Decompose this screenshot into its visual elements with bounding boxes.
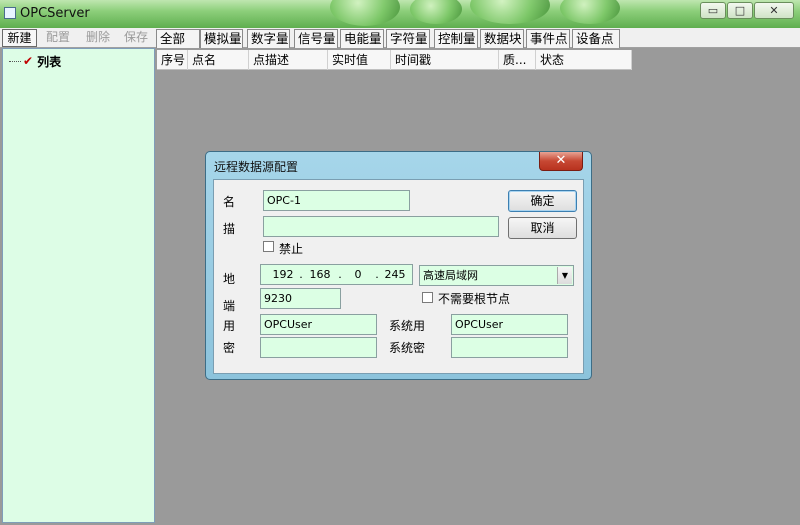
ip-octet-2: 168 bbox=[309, 268, 331, 281]
tree-panel: ✔ 列表 bbox=[2, 48, 155, 523]
ok-button[interactable]: 确定 bbox=[508, 190, 577, 212]
column-header-timestamp[interactable]: 时间戳 bbox=[391, 50, 499, 70]
leaf-decoration bbox=[560, 0, 620, 24]
name-label: 名 bbox=[223, 195, 236, 209]
tab-control[interactable]: 控制量 bbox=[434, 29, 478, 48]
dialog-title: 远程数据源配置 bbox=[214, 160, 299, 174]
cancel-button[interactable]: 取消 bbox=[508, 217, 577, 239]
dialog-body: 名 OPC-1 确定 描 取消 禁止 地 192 . 168 . 0 . 245… bbox=[213, 179, 584, 374]
tab-energy[interactable]: 电能量 bbox=[340, 29, 384, 48]
window-titlebar: OPCServer ▭ □ ✕ bbox=[0, 0, 800, 28]
column-header-quality[interactable]: 质... bbox=[499, 50, 536, 70]
no-root-node-checkbox[interactable] bbox=[422, 292, 433, 303]
leaf-decoration bbox=[410, 0, 462, 24]
leaf-decoration bbox=[330, 0, 400, 26]
port-field[interactable]: 9230 bbox=[260, 288, 341, 309]
leaf-decoration bbox=[470, 0, 550, 24]
tab-string[interactable]: 字符量 bbox=[386, 29, 430, 48]
system-password-field[interactable] bbox=[451, 337, 568, 358]
disable-label: 禁止 bbox=[279, 242, 304, 256]
description-label: 描 bbox=[223, 222, 236, 236]
tree-root-label: 列表 bbox=[37, 54, 62, 69]
checkmark-icon: ✔ bbox=[23, 54, 34, 68]
user-label: 用 bbox=[223, 319, 236, 333]
new-button[interactable]: 新建 bbox=[2, 29, 37, 47]
user-field[interactable]: OPCUser bbox=[260, 314, 377, 335]
description-field[interactable] bbox=[263, 216, 499, 237]
ip-octet-4: 245 bbox=[384, 268, 406, 281]
grid-header: 序号 点名 点描述 实时值 时间戳 质... 状态 bbox=[157, 50, 632, 70]
toolbar: 新建 配置 删除 保存 全部 模拟量 数字量 信号量 电能量 字符量 控制量 数… bbox=[0, 28, 800, 48]
disable-checkbox[interactable] bbox=[263, 241, 274, 252]
ip-address-field[interactable]: 192 . 168 . 0 . 245 bbox=[260, 264, 413, 285]
ip-octet-1: 192 bbox=[272, 268, 294, 281]
config-button[interactable]: 配置 bbox=[40, 29, 76, 47]
maximize-button[interactable]: □ bbox=[727, 2, 753, 19]
system-user-label: 系统用 bbox=[389, 319, 426, 333]
address-label: 地 bbox=[223, 272, 236, 286]
column-header-index[interactable]: 序号 bbox=[157, 50, 188, 70]
ip-octet-3: 0 bbox=[354, 268, 362, 281]
no-root-node-label: 不需要根节点 bbox=[438, 292, 511, 306]
tab-all[interactable]: 全部 bbox=[156, 29, 200, 48]
tree-root-item[interactable]: ✔ 列表 bbox=[9, 53, 61, 69]
tree-connector bbox=[9, 60, 21, 62]
password-label: 密 bbox=[223, 341, 236, 355]
tab-event[interactable]: 事件点 bbox=[526, 29, 570, 48]
password-field[interactable] bbox=[260, 337, 377, 358]
column-header-desc[interactable]: 点描述 bbox=[249, 50, 328, 70]
network-select-value: 高速局域网 bbox=[423, 269, 478, 282]
app-icon bbox=[4, 7, 16, 19]
tab-analog[interactable]: 模拟量 bbox=[200, 29, 243, 48]
dialog-close-button[interactable]: ✕ bbox=[539, 152, 583, 171]
system-password-label: 系统密 bbox=[389, 341, 426, 355]
remote-source-dialog: 远程数据源配置 ✕ 名 OPC-1 确定 描 取消 禁止 地 192 . 168… bbox=[205, 151, 592, 380]
column-header-value[interactable]: 实时值 bbox=[328, 50, 391, 70]
chevron-down-icon[interactable]: ▼ bbox=[557, 267, 572, 284]
window-title: OPCServer bbox=[20, 6, 90, 21]
tab-signal[interactable]: 信号量 bbox=[294, 29, 338, 48]
column-header-name[interactable]: 点名 bbox=[188, 50, 249, 70]
close-button[interactable]: ✕ bbox=[754, 2, 794, 19]
tab-device[interactable]: 设备点 bbox=[572, 29, 620, 48]
name-field[interactable]: OPC-1 bbox=[263, 190, 410, 211]
network-select[interactable]: 高速局域网 ▼ bbox=[419, 265, 574, 286]
column-header-status[interactable]: 状态 bbox=[536, 50, 632, 70]
port-label: 端 bbox=[223, 299, 236, 313]
system-user-field[interactable]: OPCUser bbox=[451, 314, 568, 335]
save-button[interactable]: 保存 bbox=[118, 29, 154, 47]
tab-datablock[interactable]: 数据块 bbox=[480, 29, 524, 48]
delete-button[interactable]: 删除 bbox=[80, 29, 116, 47]
minimize-button[interactable]: ▭ bbox=[700, 2, 726, 19]
tab-digital[interactable]: 数字量 bbox=[247, 29, 290, 48]
